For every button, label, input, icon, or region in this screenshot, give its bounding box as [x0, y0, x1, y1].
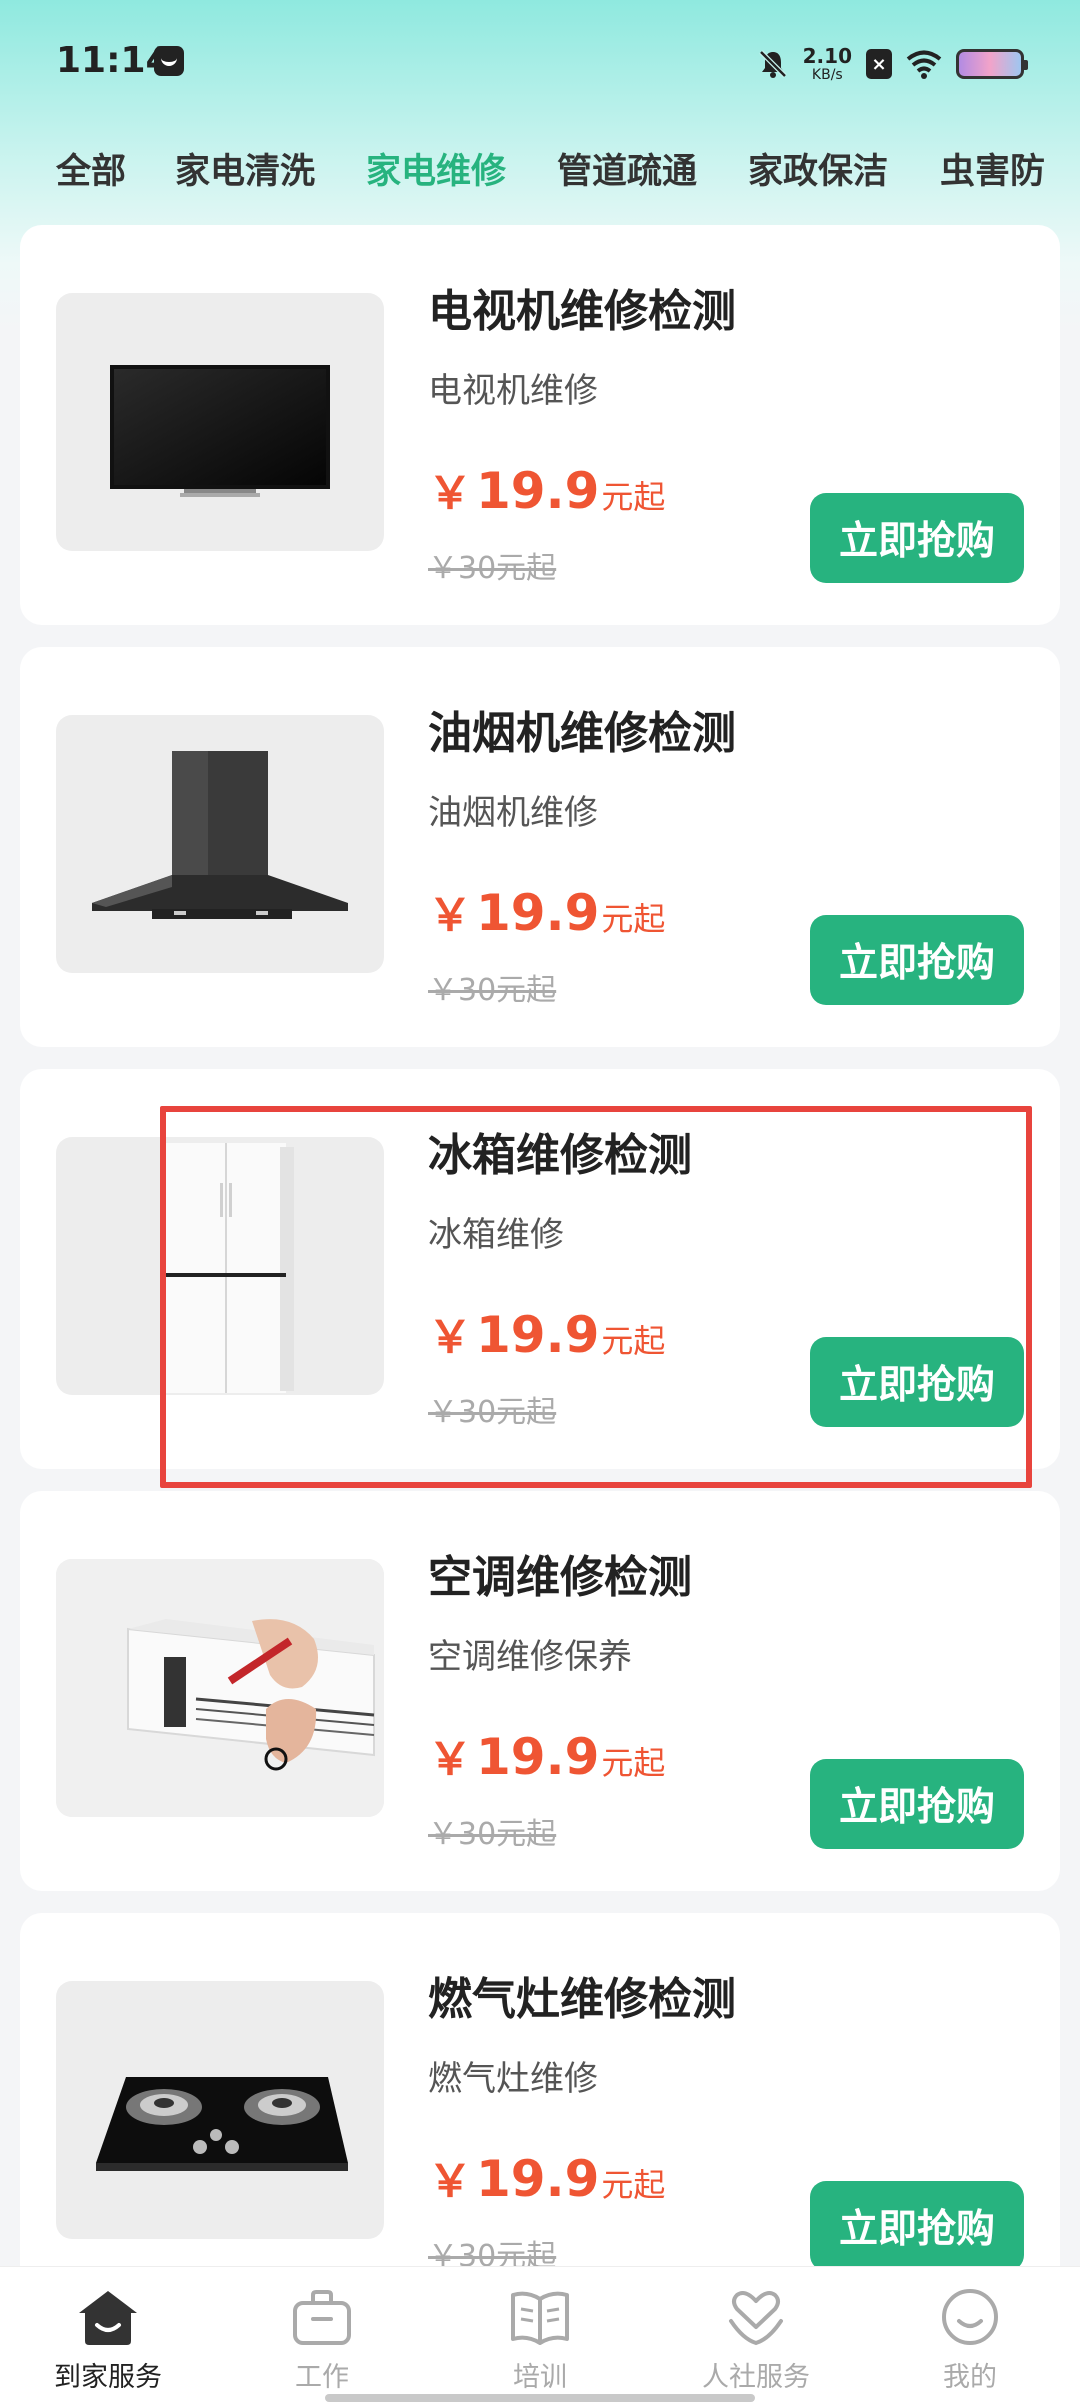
range-hood-image: [56, 715, 384, 973]
net-speed-unit: KB/s: [811, 67, 843, 83]
tab-pest-control[interactable]: 虫害防: [940, 143, 1045, 194]
smile-icon: [942, 2289, 998, 2345]
price: ￥ 19.9 元起: [428, 457, 665, 521]
service-title: 冰箱维修检测: [428, 1130, 692, 1181]
price: ￥ 19.9 元起: [428, 2145, 665, 2209]
service-card-gas-stove[interactable]: 燃气灶维修检测 燃气灶维修 ￥ 19.9 元起 ￥30元起 立即抢购: [20, 1913, 1060, 2313]
category-tabs: 全部 家电清洗 家电维修 管道疏通 家政保洁 虫害防: [0, 125, 1080, 205]
nav-item-work[interactable]: 工作: [222, 2287, 422, 2394]
nav-label: 到家服务: [54, 2362, 162, 2393]
tab-all[interactable]: 全部: [56, 143, 126, 194]
bell-muted-icon: [758, 50, 787, 78]
tab-appliance-repair[interactable]: 家电维修: [366, 143, 506, 194]
nav-label: 培训: [513, 2362, 567, 2393]
original-price: ￥30元起: [428, 551, 557, 586]
price-suffix: 元起: [601, 1744, 666, 1782]
nav-label: 我的: [943, 2362, 997, 2393]
original-price: ￥30元起: [428, 973, 557, 1008]
fridge-image: [56, 1137, 384, 1395]
price-suffix: 元起: [601, 2166, 666, 2204]
price: ￥ 19.9 元起: [428, 879, 665, 943]
service-title: 油烟机维修检测: [428, 708, 736, 759]
service-subtitle: 电视机维修: [428, 371, 598, 411]
status-icons: 2.10 KB/s ×: [757, 44, 1028, 84]
service-card-fridge[interactable]: 冰箱维修检测 冰箱维修 ￥ 19.9 元起 ￥30元起 立即抢购: [20, 1069, 1060, 1469]
service-card-air-conditioner[interactable]: 空调维修检测 空调维修保养 ￥ 19.9 元起 ￥30元起 立即抢购: [20, 1491, 1060, 1891]
price-currency: ￥: [428, 1312, 472, 1363]
price-value: 19.9: [476, 462, 600, 520]
price-currency: ￥: [428, 1734, 472, 1785]
service-title: 空调维修检测: [428, 1552, 692, 1603]
battery-icon: [956, 49, 1028, 79]
price-currency: ￥: [428, 468, 472, 519]
home-icon: [79, 2291, 137, 2345]
service-card-range-hood[interactable]: 油烟机维修检测 油烟机维修 ￥ 19.9 元起 ￥30元起 立即抢购: [20, 647, 1060, 1047]
nav-label: 工作: [295, 2362, 349, 2393]
service-subtitle: 燃气灶维修: [428, 2059, 598, 2099]
original-price: ￥30元起: [428, 1395, 557, 1430]
nav-item-home-service[interactable]: 到家服务: [8, 2287, 208, 2394]
status-bar: 11:14 2.10 KB/s ×: [0, 0, 1080, 125]
price-value: 19.9: [476, 2150, 600, 2208]
bottom-navigation: 到家服务 工作 培训 人社服务 我的: [0, 2266, 1080, 2408]
buy-now-button[interactable]: 立即抢购: [810, 1337, 1024, 1427]
price-currency: ￥: [428, 890, 472, 941]
price-suffix: 元起: [601, 900, 666, 938]
service-card-tv[interactable]: 电视机维修检测 电视机维修 ￥ 19.9 元起 ￥30元起 立即抢购: [20, 225, 1060, 625]
nav-item-training[interactable]: 培训: [440, 2287, 640, 2394]
buy-now-button[interactable]: 立即抢购: [810, 1759, 1024, 1849]
price-value: 19.9: [476, 884, 600, 942]
service-title: 燃气灶维修检测: [428, 1974, 736, 2025]
price: ￥ 19.9 元起: [428, 1723, 665, 1787]
price-value: 19.9: [476, 1728, 600, 1786]
price-suffix: 元起: [601, 1322, 666, 1360]
nav-label: 人社服务: [702, 2362, 810, 2393]
price-currency: ￥: [428, 2156, 472, 2207]
tab-pipe-dredging[interactable]: 管道疏通: [557, 143, 697, 194]
original-price: ￥30元起: [428, 1817, 557, 1852]
app-notification-icon: [154, 46, 184, 76]
price: ￥ 19.9 元起: [428, 1301, 665, 1365]
price-value: 19.9: [476, 1306, 600, 1364]
service-subtitle: 油烟机维修: [428, 793, 598, 833]
service-subtitle: 冰箱维修: [428, 1215, 564, 1255]
wifi-icon: [906, 50, 942, 79]
gas-stove-image: [56, 1981, 384, 2239]
tv-image: [56, 293, 384, 551]
air-conditioner-image: [56, 1559, 384, 1817]
tab-appliance-cleaning[interactable]: 家电清洗: [175, 143, 315, 194]
network-speed: 2.10 KB/s: [803, 46, 852, 82]
service-subtitle: 空调维修保养: [428, 1637, 632, 1677]
buy-now-button[interactable]: 立即抢购: [810, 915, 1024, 1005]
sim-off-icon: ×: [866, 49, 892, 79]
tab-housekeeping[interactable]: 家政保洁: [748, 143, 888, 194]
home-indicator[interactable]: [325, 2394, 755, 2402]
buy-now-button[interactable]: 立即抢购: [810, 2181, 1024, 2271]
nav-item-social-services[interactable]: 人社服务: [656, 2287, 856, 2394]
heart-hand-icon: [729, 2291, 783, 2346]
buy-now-button[interactable]: 立即抢购: [810, 493, 1024, 583]
net-speed-value: 2.10: [802, 44, 852, 68]
service-title: 电视机维修检测: [428, 286, 736, 337]
price-suffix: 元起: [601, 478, 666, 516]
nav-item-mine[interactable]: 我的: [870, 2287, 1070, 2394]
book-icon: [511, 2291, 569, 2345]
briefcase-icon: [293, 2290, 351, 2345]
